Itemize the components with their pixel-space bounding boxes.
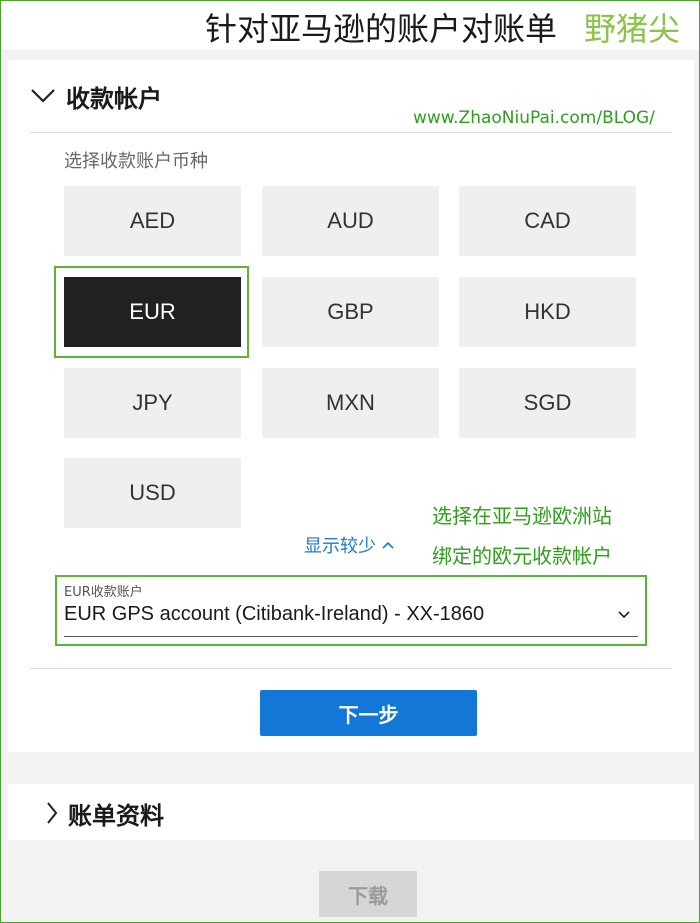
receiving-account-header[interactable]: 收款帐户 bbox=[30, 78, 162, 114]
download-button[interactable]: 下载 bbox=[319, 871, 417, 917]
chevron-up-icon bbox=[382, 541, 394, 549]
currency-button-sgd[interactable]: SGD bbox=[459, 368, 636, 438]
show-less-link[interactable]: 显示较少 bbox=[304, 532, 394, 558]
chevron-down-icon bbox=[31, 89, 55, 103]
site-url-watermark: www.ZhaoNiuPai.com/BLOG/ bbox=[413, 108, 655, 128]
show-less-label: 显示较少 bbox=[304, 536, 376, 557]
chevron-right-icon bbox=[47, 802, 58, 824]
top-bar: 针对亚马逊的账户对账单 野猪尖 bbox=[0, 0, 700, 50]
currency-button-aud[interactable]: AUD bbox=[262, 186, 439, 256]
select-value: EUR GPS account (Citibank-Ireland) - XX-… bbox=[64, 603, 485, 625]
currency-button-cad[interactable]: CAD bbox=[459, 186, 636, 256]
currency-button-mxn[interactable]: MXN bbox=[262, 368, 439, 438]
currency-button-hkd[interactable]: HKD bbox=[459, 277, 636, 347]
next-step-button[interactable]: 下一步 bbox=[260, 690, 477, 736]
page-title: 针对亚马逊的账户对账单 bbox=[205, 10, 558, 48]
annotation-line-2: 绑定的欧元收款帐户 bbox=[432, 544, 612, 568]
divider bbox=[30, 668, 672, 669]
billing-info-header[interactable]: 账单资料 bbox=[46, 796, 164, 830]
chevron-down-icon bbox=[618, 611, 630, 619]
currency-button-aed[interactable]: AED bbox=[64, 186, 241, 256]
eur-account-select[interactable]: EUR收款账户 EUR GPS account (Citibank-Irelan… bbox=[64, 579, 638, 637]
currency-pick-label: 选择收款账户币种 bbox=[64, 151, 208, 172]
section-title: 账单资料 bbox=[68, 801, 164, 830]
currency-button-usd[interactable]: USD bbox=[64, 458, 241, 528]
section-title: 收款帐户 bbox=[66, 84, 162, 113]
divider bbox=[30, 132, 672, 133]
select-label: EUR收款账户 bbox=[64, 585, 143, 600]
annotation-line-1: 选择在亚马逊欧洲站 bbox=[432, 504, 612, 528]
currency-button-eur[interactable]: EUR bbox=[64, 277, 241, 347]
currency-button-jpy[interactable]: JPY bbox=[64, 368, 241, 438]
currency-button-gbp[interactable]: GBP bbox=[262, 277, 439, 347]
brand-watermark: 野猪尖 bbox=[584, 10, 681, 48]
